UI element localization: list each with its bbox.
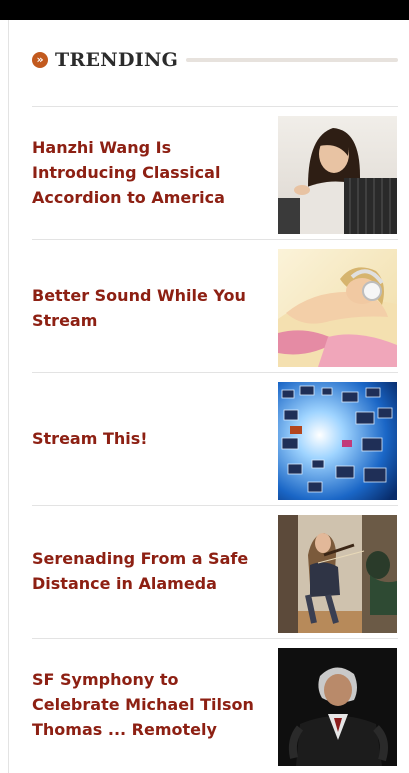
trending-title: TRENDING [55,49,179,71]
trending-item-link[interactable]: Hanzhi Wang Is Introducing Classical Acc… [32,135,264,210]
violin-serenade-image [278,515,397,633]
headphones-listener-image [278,249,397,367]
conductor-portrait-image [278,648,397,766]
trending-item-thumbnail[interactable] [278,116,397,234]
trending-item-link[interactable]: Serenading From a Safe Distance in Alame… [32,546,264,596]
chevron-right-circle-icon: » [32,52,48,68]
trending-item[interactable]: SF Symphony to Celebrate Michael Tilson … [32,638,398,766]
trending-item[interactable]: Serenading From a Safe Distance in Alame… [32,505,398,638]
streaming-screens-image [278,382,397,500]
trending-item[interactable]: Stream This! [32,372,398,505]
column-divider [8,20,9,773]
trending-item-link[interactable]: Better Sound While You Stream [32,283,264,333]
trending-list: Hanzhi Wang Is Introducing Classical Acc… [32,106,398,766]
trending-header: » TRENDING [32,46,398,74]
header-divider [186,58,398,62]
page-top-bar [0,0,409,20]
trending-item-thumbnail[interactable] [278,249,397,367]
accordion-player-image [278,116,397,234]
trending-item[interactable]: Better Sound While You Stream [32,239,398,372]
trending-item-thumbnail[interactable] [278,648,397,766]
trending-item-thumbnail[interactable] [278,382,397,500]
trending-item-link[interactable]: Stream This! [32,426,264,451]
trending-item-thumbnail[interactable] [278,515,397,633]
trending-item[interactable]: Hanzhi Wang Is Introducing Classical Acc… [32,106,398,239]
trending-item-link[interactable]: SF Symphony to Celebrate Michael Tilson … [32,667,264,742]
